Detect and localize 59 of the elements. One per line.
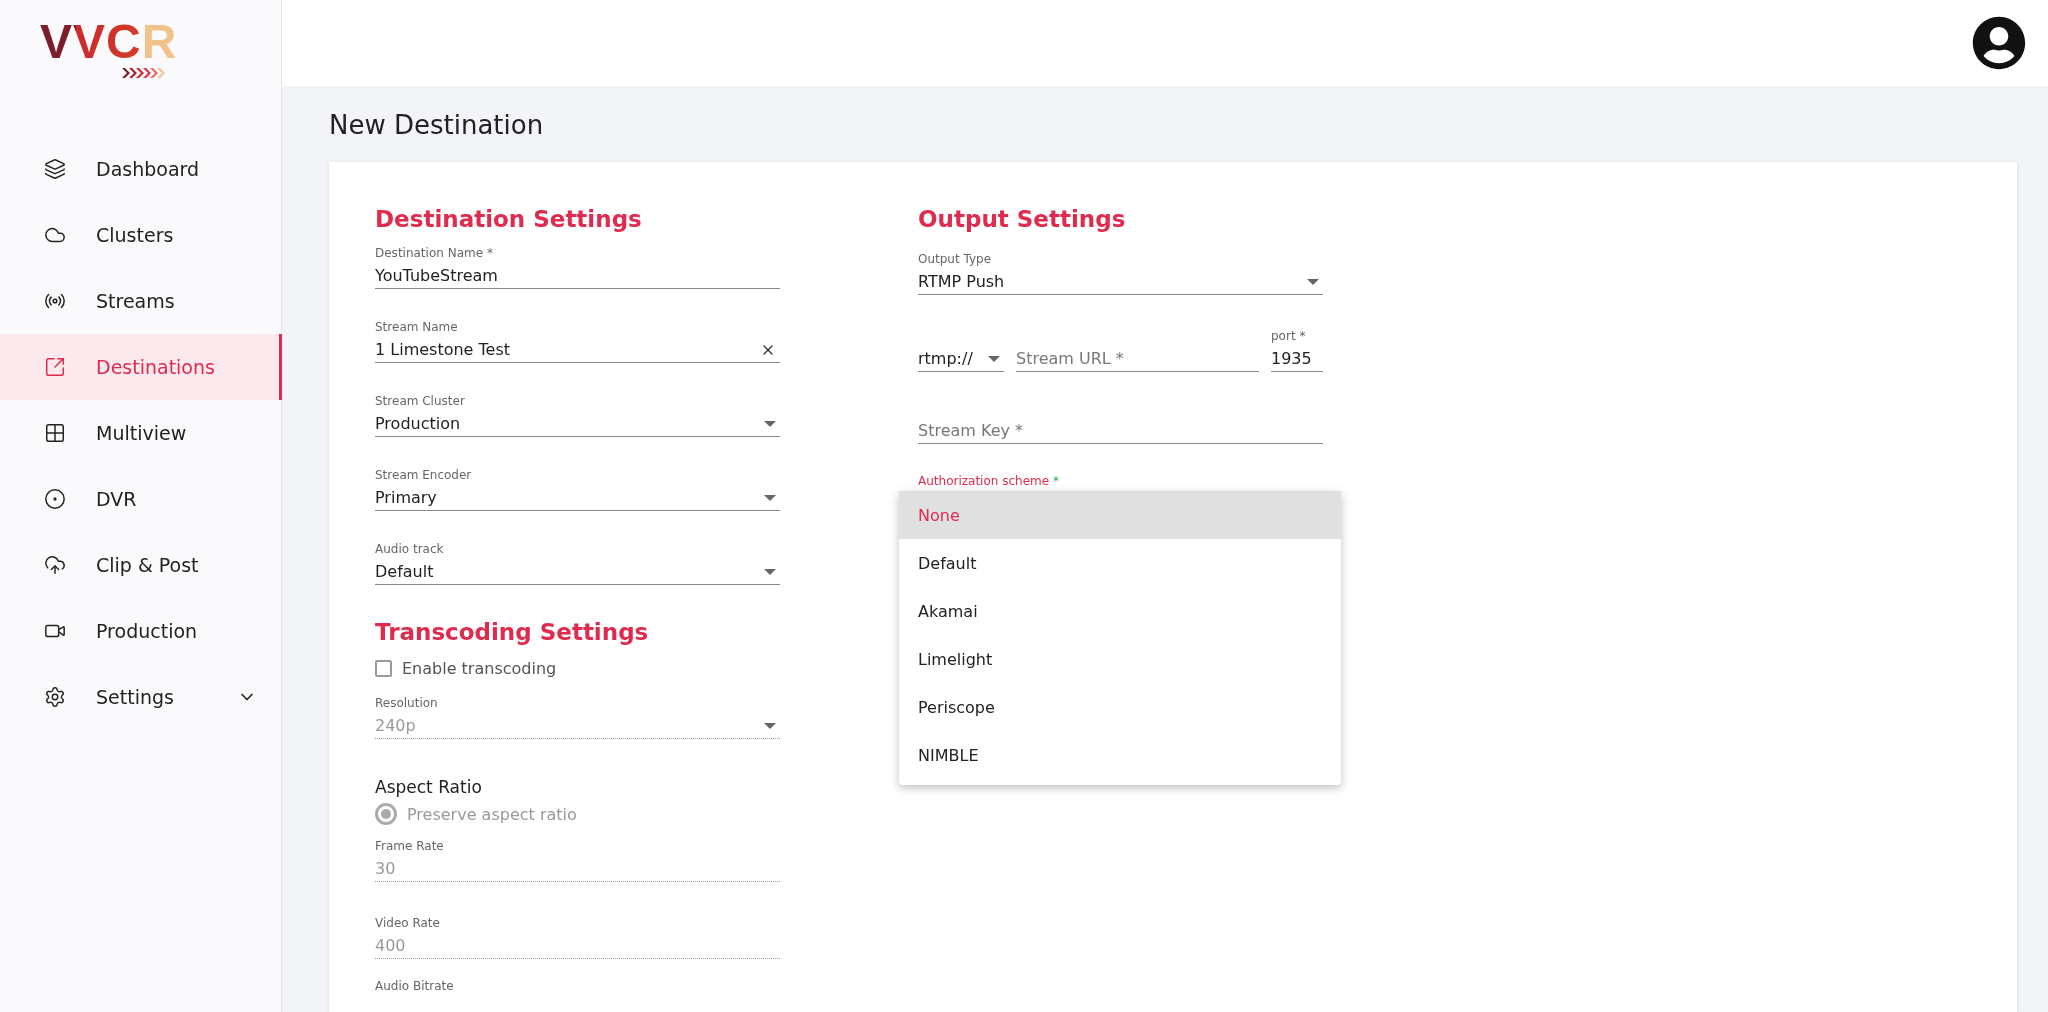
group-label: Aspect Ratio bbox=[375, 777, 483, 797]
select-field[interactable]: RTMP Push bbox=[918, 269, 1323, 295]
field-label: Audio Bitrate bbox=[375, 979, 455, 993]
field-label: Video Rate bbox=[375, 916, 441, 930]
sidebar-item[interactable]: Production bbox=[0, 598, 282, 664]
target-icon bbox=[44, 488, 66, 510]
sidebar-item[interactable]: Settings bbox=[0, 664, 282, 730]
menu-item[interactable]: None bbox=[899, 491, 1341, 539]
layers-icon bbox=[44, 158, 66, 180]
select-field[interactable]: Production bbox=[375, 411, 780, 437]
caret-icon bbox=[764, 494, 776, 501]
grid-icon bbox=[44, 422, 66, 444]
caret-icon bbox=[1307, 278, 1319, 285]
sidebar-item[interactable]: Destinations bbox=[0, 334, 282, 400]
field-label: Authorization scheme * bbox=[918, 474, 1061, 488]
page-title: New Destination bbox=[329, 110, 545, 140]
field-label: Resolution bbox=[375, 696, 439, 710]
input-field[interactable]: 1 Limestone Test bbox=[375, 337, 780, 363]
input-field[interactable]: Stream URL * bbox=[1016, 346, 1259, 372]
menu-item[interactable]: NIMBLE bbox=[899, 731, 1341, 779]
sidebar-item[interactable]: Streams bbox=[0, 268, 282, 334]
settings-icon bbox=[44, 686, 66, 708]
select-field[interactable]: rtmp:// bbox=[918, 346, 1004, 372]
external-link-icon bbox=[44, 356, 66, 378]
field-label: Output Type bbox=[918, 252, 993, 266]
menu-item[interactable]: Periscope bbox=[899, 683, 1341, 731]
caret-icon bbox=[764, 420, 776, 427]
caret-icon bbox=[988, 355, 1000, 362]
chevrons-icon bbox=[122, 68, 168, 78]
checkbox[interactable] bbox=[375, 660, 392, 677]
sidebar-item[interactable]: DVR bbox=[0, 466, 282, 532]
sidebar-item[interactable]: Clip & Post bbox=[0, 532, 282, 598]
sidebar-item[interactable]: Clusters bbox=[0, 202, 282, 268]
sidebar-item[interactable]: Multiview bbox=[0, 400, 282, 466]
checkbox-label: Enable transcoding bbox=[402, 659, 557, 678]
select-field[interactable]: Default bbox=[375, 559, 780, 585]
field-label: Frame Rate bbox=[375, 839, 445, 853]
sidebar-item[interactable]: Dashboard bbox=[0, 136, 282, 202]
user-avatar-icon[interactable] bbox=[1972, 16, 2026, 70]
field-label: Stream Encoder bbox=[375, 468, 473, 482]
menu-item[interactable]: Akamai bbox=[899, 587, 1341, 635]
input-field[interactable]: YouTubeStream bbox=[375, 263, 780, 289]
section-title: Destination Settings bbox=[375, 206, 643, 232]
field-label: Destination Name * bbox=[375, 246, 494, 260]
field-label: port * bbox=[1271, 329, 1307, 343]
input-field[interactable]: Stream Key * bbox=[918, 418, 1323, 444]
field-label: Audio track bbox=[375, 542, 445, 556]
field-label: Stream Cluster bbox=[375, 394, 466, 408]
radio-label: Preserve aspect ratio bbox=[407, 804, 577, 824]
caret-icon bbox=[764, 722, 776, 729]
caret-icon bbox=[764, 568, 776, 575]
menu-item[interactable]: Limelight bbox=[899, 635, 1341, 683]
select-field[interactable]: Primary bbox=[375, 485, 780, 511]
cloud-upload-icon bbox=[44, 554, 66, 576]
section-title: Transcoding Settings bbox=[375, 619, 650, 645]
section-title: Output Settings bbox=[918, 206, 1127, 232]
menu-item[interactable]: Default bbox=[899, 539, 1341, 587]
input-field[interactable]: 1935 bbox=[1271, 346, 1323, 372]
field-label: Stream Name bbox=[375, 320, 459, 334]
